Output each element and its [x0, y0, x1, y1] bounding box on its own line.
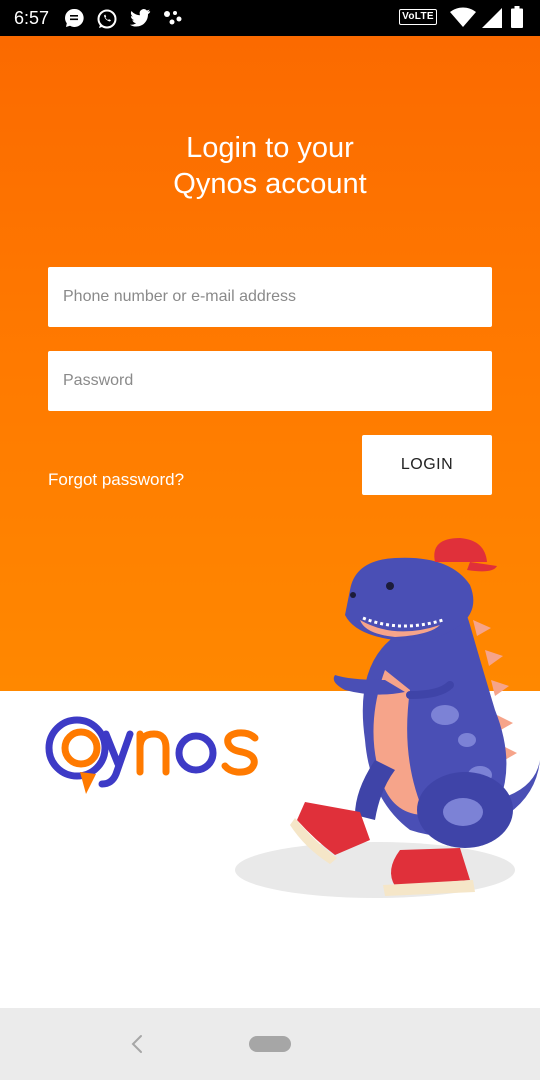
password-input[interactable] [48, 351, 492, 411]
phone-email-input[interactable] [48, 267, 492, 327]
whatsapp-icon [97, 9, 117, 29]
title-line-2: Qynos account [173, 168, 367, 200]
qynos-logo [44, 712, 264, 807]
battery-icon [511, 6, 523, 28]
forgot-password-link[interactable]: Forgot password? [48, 470, 184, 490]
login-button[interactable]: LOGIN [362, 435, 492, 495]
system-nav-bar [0, 1008, 540, 1080]
status-bar: 6:57 VoLTE [0, 0, 540, 36]
message-icon [65, 8, 84, 27]
wifi-icon [450, 7, 476, 27]
twitter-icon [129, 9, 151, 27]
qynos-logo-mark [45, 716, 259, 794]
dino-mascot-illustration [235, 538, 540, 898]
signal-icon [482, 8, 502, 28]
back-icon[interactable] [130, 1034, 144, 1054]
assistant-dots-icon [164, 11, 182, 25]
title-line-1: Login to your [186, 132, 354, 164]
status-time: 6:57 [14, 8, 50, 28]
volte-badge: VoLTE [399, 9, 437, 25]
page-title: Login to your Qynos account [0, 130, 540, 202]
home-pill-icon[interactable] [249, 1036, 291, 1052]
